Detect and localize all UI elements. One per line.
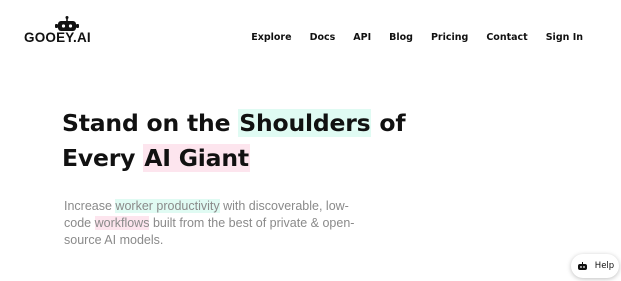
headline-highlight-shoulders: Shoulders (238, 109, 372, 137)
description-highlight-productivity: worker productivity (115, 199, 220, 213)
robot-icon (577, 261, 587, 270)
help-button[interactable]: Help (571, 254, 619, 278)
headline-highlight-ai-giant: AI Giant (143, 144, 250, 172)
nav-docs[interactable]: Docs (310, 32, 336, 43)
help-label: Help (594, 261, 615, 271)
description-highlight-workflows: workflows (94, 216, 150, 230)
top-nav: Explore Docs API Blog Pricing Contact Si… (233, 32, 583, 43)
description-text: Increase (64, 199, 116, 213)
brand-logo[interactable]: GOOEY.AI (24, 16, 92, 48)
headline-text: of (371, 109, 406, 137)
headline-text: Every (62, 144, 144, 172)
hero: Stand on the Shoulders of Every AI Giant (62, 106, 422, 176)
nav-contact[interactable]: Contact (486, 32, 527, 43)
nav-explore[interactable]: Explore (251, 32, 291, 43)
brand-name: GOOEY.AI (24, 30, 91, 45)
nav-api[interactable]: API (353, 32, 371, 43)
nav-blog[interactable]: Blog (389, 32, 413, 43)
headline-text: Stand on the (62, 109, 239, 137)
nav-sign-in[interactable]: Sign In (546, 32, 583, 43)
hero-description: Increase worker productivity with discov… (64, 198, 374, 249)
hero-headline: Stand on the Shoulders of Every AI Giant (62, 106, 422, 176)
nav-pricing[interactable]: Pricing (431, 32, 468, 43)
